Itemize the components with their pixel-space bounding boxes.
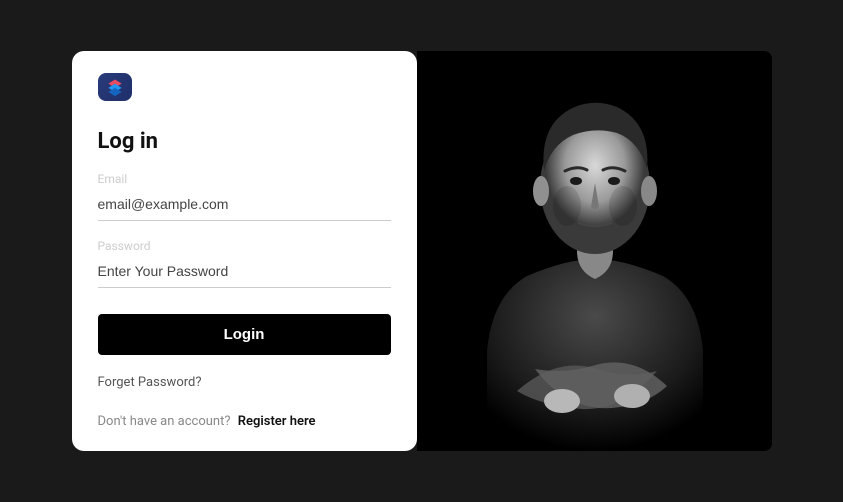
no-account-text: Don't have an account?: [98, 414, 231, 429]
password-field-group: Password: [98, 239, 391, 288]
login-card: Log in Email Password Login Forget Passw…: [72, 51, 417, 451]
register-row: Don't have an account? Register here: [98, 414, 391, 429]
register-link[interactable]: Register here: [238, 414, 316, 429]
portrait-image: [417, 51, 772, 451]
layers-icon: [105, 77, 125, 97]
page-title: Log in: [98, 129, 391, 154]
hero-image-panel: [417, 51, 772, 451]
forget-password-link[interactable]: Forget Password?: [98, 375, 391, 390]
email-label: Email: [98, 172, 391, 186]
password-label: Password: [98, 239, 391, 253]
email-input[interactable]: [98, 190, 391, 221]
app-logo: [98, 73, 132, 101]
auth-container: Log in Email Password Login Forget Passw…: [72, 51, 772, 451]
email-field-group: Email: [98, 172, 391, 221]
password-input[interactable]: [98, 257, 391, 288]
login-button[interactable]: Login: [98, 314, 391, 355]
